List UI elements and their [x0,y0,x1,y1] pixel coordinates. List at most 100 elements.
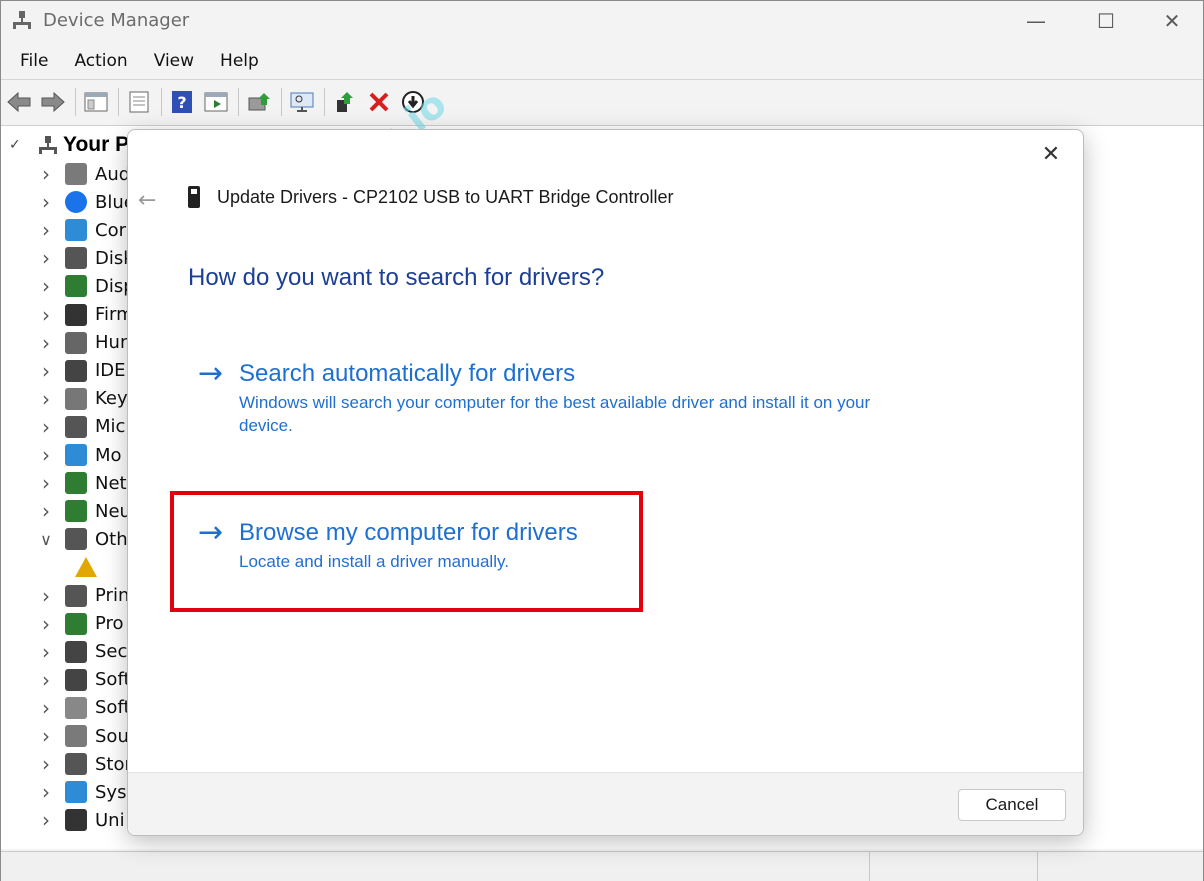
tree-item[interactable]: › Aud [37,160,130,188]
speaker-icon [65,163,87,185]
update-driver-icon [248,92,270,110]
chevron-right-icon[interactable]: › [37,808,55,832]
cancel-button[interactable]: Cancel [958,789,1066,821]
enable-device-button[interactable] [331,88,359,116]
minimize-button[interactable]: — [1001,1,1071,41]
update-driver-button[interactable] [245,88,273,116]
dialog-header: Update Drivers - CP2102 USB to UART Brid… [188,186,674,208]
tree-item[interactable]: › IDE [37,357,126,385]
toolbar-separator [75,87,76,116]
menu-help[interactable]: Help [213,51,266,71]
other-devices-icon [65,528,87,551]
close-window-button[interactable]: ✕ [1137,1,1204,41]
tree-item[interactable]: › Uni [37,806,125,834]
chevron-right-icon[interactable]: › [37,359,55,383]
maximize-button[interactable]: ☐ [1071,1,1141,41]
chevron-right-icon[interactable]: › [37,387,55,411]
tree-item[interactable]: › Sec [37,638,127,666]
tree-item-label: Sec [95,641,128,663]
chevron-down-icon[interactable]: ∨ [37,530,55,549]
toolbar-separator [281,87,282,116]
back-button[interactable]: ← [138,188,156,213]
download-button[interactable] [399,88,427,116]
tree-item[interactable]: › Soft [37,694,131,722]
scan-hardware-button[interactable] [288,88,316,116]
chevron-right-icon[interactable]: › [37,415,55,439]
tree-item-label: Mic [95,416,126,438]
chevron-right-icon[interactable]: › [37,331,55,355]
scan-hardware-icon [290,92,314,112]
usb-device-icon [188,186,200,208]
tree-item[interactable]: › Net [37,469,127,497]
download-icon [402,90,424,113]
show-hide-tree-button[interactable] [82,88,110,116]
option-title[interactable]: Search automatically for drivers [239,359,575,389]
tree-item-label: Net [95,472,127,494]
chevron-right-icon[interactable]: › [37,443,55,467]
chevron-right-icon[interactable]: › [37,218,55,242]
properties-icon [129,91,149,112]
run-button[interactable] [202,88,230,116]
tree-item-label: Oth [95,528,128,550]
show-hide-tree-icon [84,92,108,111]
uninstall-device-button[interactable] [365,88,393,116]
chevron-right-icon[interactable]: › [37,696,55,720]
maximize-icon: ☐ [1097,9,1115,33]
help-button[interactable]: ? [168,88,196,116]
tree-item[interactable]: › Hun [37,329,131,357]
chevron-right-icon[interactable]: › [37,162,55,186]
chevron-right-icon[interactable]: › [37,612,55,636]
properties-button[interactable] [125,88,153,116]
tree-item[interactable]: › Neu [37,497,131,525]
tree-item-label: Hun [95,332,132,354]
tree-item[interactable]: › Mo [37,441,122,469]
tree-item[interactable]: › Prin [37,582,129,610]
tree-item[interactable]: › Mic [37,413,125,441]
chevron-right-icon[interactable]: › [37,303,55,327]
menu-bar: File Action View Help [1,45,1203,77]
toolbar-separator [238,87,239,116]
chevron-right-icon[interactable]: › [37,499,55,523]
tree-item[interactable]: › Stor [37,750,132,778]
menu-file[interactable]: File [13,51,55,71]
back-arrow-icon [7,91,31,112]
chevron-down-icon[interactable]: ✓ [9,137,25,153]
tree-item-label: Prin [95,585,130,606]
tree-item[interactable]: › Pro [37,610,124,638]
tree-item[interactable]: › Disk [37,244,134,272]
close-icon: ✕ [1041,141,1061,167]
minimize-icon: — [1026,9,1046,33]
chevron-right-icon[interactable]: › [37,246,55,270]
toolbar-separator [118,87,119,116]
tree-item[interactable]: › Syst [37,778,134,806]
menu-view[interactable]: View [147,51,201,71]
tree-item[interactable]: › Disp [37,272,135,300]
tree-item[interactable]: ∨ Oth [37,525,128,553]
chevron-right-icon[interactable]: › [37,584,55,608]
tree-item[interactable]: › Soft [37,666,131,694]
tree-item-label: Pro [95,613,124,635]
menu-action[interactable]: Action [67,51,134,71]
tree-item[interactable]: › Firm [37,301,134,329]
forward-button[interactable] [39,88,67,116]
chevron-right-icon[interactable]: › [37,668,55,692]
chevron-right-icon[interactable]: › [37,190,55,214]
update-drivers-dialog: ✕ ← Update Drivers - CP2102 USB to UART … [127,129,1084,836]
tree-item[interactable]: › Cor [37,216,126,244]
system-icon [65,781,87,804]
back-button[interactable] [5,88,33,116]
tree-item[interactable]: › Key [37,385,128,413]
chevron-right-icon[interactable]: › [37,780,55,804]
tree-item[interactable]: › Sou [37,722,129,750]
chevron-right-icon[interactable]: › [37,752,55,776]
chevron-right-icon[interactable]: › [37,471,55,495]
tree-item[interactable]: › Blue [37,188,135,216]
tree-root[interactable]: ✓ Your PC [9,132,144,158]
chevron-right-icon[interactable]: › [37,274,55,298]
tree-item[interactable] [65,553,105,581]
chevron-right-icon[interactable]: › [37,724,55,748]
chevron-right-icon[interactable]: › [37,640,55,664]
toolbar: ? [1,79,1203,123]
dialog-close-button[interactable]: ✕ [1035,140,1067,168]
dialog-footer: Cancel [128,772,1083,835]
